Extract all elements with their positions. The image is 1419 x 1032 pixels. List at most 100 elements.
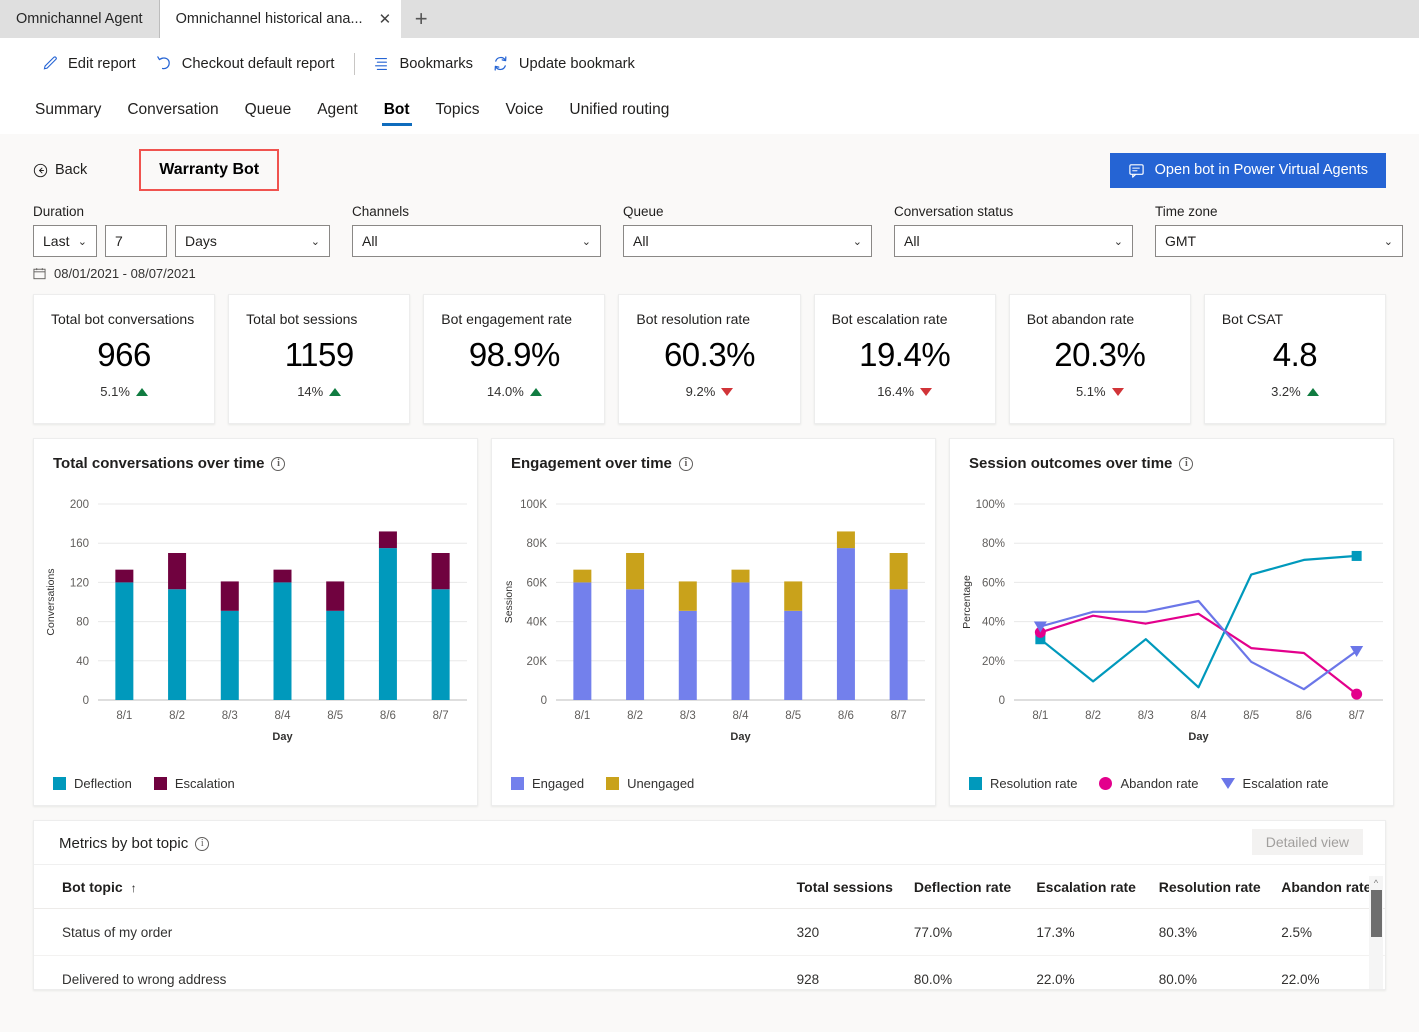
table-caption: Metrics by bot topic — [59, 835, 189, 852]
detailed-view-button[interactable]: Detailed view — [1251, 829, 1363, 855]
chart-title: Engagement over time — [511, 455, 672, 472]
chart-plot-area-1[interactable]: 0 20K 40K 60K 80K 100K 8/1 8/2 8/3 8/4 8/5 8/6 8/7 Da… — [492, 472, 935, 762]
tab-summary[interactable]: Summary — [33, 97, 103, 128]
conversation-status-select[interactable]: All ⌄ — [894, 225, 1133, 257]
chart-title: Total conversations over time — [53, 455, 265, 472]
legend-item-unengaged[interactable]: Unengaged — [606, 776, 694, 791]
chart-plot-area-2[interactable]: 0 20% 40% 60% 80% 100% 8/1 8/2 8/3 8/4 8/5 8/6 8/7 Da… — [950, 472, 1393, 762]
filter-label: Time zone — [1155, 204, 1218, 219]
info-icon[interactable]: i — [195, 836, 210, 851]
kpi-card-bot-engagement-rate[interactable]: Bot engagement rate 98.9% 14.0% — [423, 294, 606, 424]
kpi-delta-value: 5.1% — [100, 384, 130, 399]
line-chart-svg-2: 0 20% 40% 60% 80% 100% 8/1 8/2 8/3 8/4 8/5 8/6 8/7 Da… — [961, 499, 1383, 743]
queue-value: All — [633, 233, 649, 249]
tab-label: Bot — [383, 100, 410, 118]
tab-conversation[interactable]: Conversation — [125, 97, 220, 128]
column-header-total-sessions[interactable]: Total sessions — [796, 865, 914, 909]
checkout-default-report-button[interactable]: Checkout default report — [150, 48, 349, 79]
kpi-card-bot-abandon-rate[interactable]: Bot abandon rate 20.3% 5.1% — [1008, 294, 1191, 424]
column-header-deflection-rate[interactable]: Deflection rate — [913, 865, 1037, 909]
bookmarks-button[interactable]: Bookmarks — [367, 48, 486, 79]
kpi-value: 20.3% — [1054, 336, 1146, 373]
duration-unit-value: Days — [185, 233, 217, 249]
table-header-row: Bot topic ↑ Total sessions Deflection rat… — [34, 865, 1385, 909]
kpi-card-bot-resolution-rate[interactable]: Bot resolution rate 60.3% 9.2% — [618, 294, 801, 424]
info-icon[interactable]: i — [271, 456, 286, 471]
svg-text:Sessions: Sessions — [503, 581, 515, 624]
new-tab-icon[interactable]: + — [401, 0, 441, 38]
legend-swatch — [969, 777, 982, 790]
kpi-card-total-bot-sessions[interactable]: Total bot sessions 1159 14% — [228, 294, 411, 424]
legend-item-engaged[interactable]: Engaged — [511, 776, 584, 791]
queue-select[interactable]: All ⌄ — [623, 225, 872, 257]
chart-title-row: Session outcomes over time i — [950, 439, 1393, 472]
legend-item-abandon-rate[interactable]: Abandon rate — [1099, 776, 1199, 791]
tab-bot[interactable]: Bot — [381, 97, 412, 128]
svg-text:200: 200 — [70, 499, 89, 511]
svg-text:8/2: 8/2 — [1085, 710, 1101, 722]
kpi-card-total-bot-conversations[interactable]: Total bot conversations 966 5.1% — [33, 294, 216, 424]
chevron-down-icon: ⌄ — [852, 235, 862, 248]
tab-unified-routing[interactable]: Unified routing — [567, 97, 671, 128]
back-button[interactable]: Back — [33, 162, 87, 178]
pencil-icon — [40, 54, 59, 73]
legend-item-resolution-rate[interactable]: Resolution rate — [969, 776, 1077, 791]
kpi-card-bot-csat[interactable]: Bot CSAT 4.8 3.2% — [1203, 294, 1386, 424]
filter-time-zone: Time zone GMT ⌄ — [1155, 204, 1403, 257]
filter-label: Channels — [352, 204, 410, 219]
column-header-escalation-rate[interactable]: Escalation rate — [1036, 865, 1159, 909]
table-vertical-scrollbar[interactable]: ^ — [1369, 876, 1383, 989]
legend-item-escalation-rate[interactable]: Escalation rate — [1220, 776, 1329, 791]
filter-label: Queue — [623, 204, 664, 219]
scroll-up-icon[interactable]: ^ — [1369, 876, 1383, 890]
table-row[interactable]: Delivered to wrong address 928 80.0% 22.… — [34, 955, 1385, 989]
command-label: Update bookmark — [518, 55, 635, 72]
browser-tab-omnichannel-agent[interactable]: Omnichannel Agent — [0, 0, 160, 38]
kpi-delta: 16.4% — [877, 384, 933, 399]
cell-resolution-rate: 80.0% — [1158, 955, 1282, 989]
time-zone-select[interactable]: GMT ⌄ — [1155, 225, 1403, 257]
duration-unit-select[interactable]: Days ⌄ — [175, 225, 330, 257]
edit-report-button[interactable]: Edit report — [36, 48, 150, 79]
browser-tab-historical-analytics[interactable]: Omnichannel historical ana... ✕ — [159, 0, 402, 38]
column-header-bot-topic[interactable]: Bot topic ↑ — [34, 865, 797, 909]
tab-topics[interactable]: Topics — [434, 97, 482, 128]
svg-text:Conversations: Conversations — [45, 568, 57, 635]
filter-label: Conversation status — [894, 204, 1014, 219]
legend-item-escalation[interactable]: Escalation — [153, 776, 235, 791]
info-icon[interactable]: i — [1179, 456, 1194, 471]
legend-item-deflection[interactable]: Deflection — [53, 776, 132, 791]
chevron-down-icon: ⌄ — [77, 235, 87, 248]
duration-mode-select[interactable]: Last ⌄ — [33, 225, 97, 257]
update-bookmark-button[interactable]: Update bookmark — [487, 48, 649, 79]
svg-text:8/6: 8/6 — [380, 710, 396, 722]
scrollbar-thumb[interactable] — [1370, 890, 1382, 937]
open-bot-label: Open bot in Power Virtual Agents — [1154, 162, 1368, 178]
tab-queue[interactable]: Queue — [243, 97, 294, 128]
duration-amount-input[interactable]: 7 — [105, 225, 167, 257]
calendar-icon — [33, 267, 46, 280]
chart-title-row: Total conversations over time i — [34, 439, 477, 472]
legend-swatch — [511, 777, 524, 790]
column-header-resolution-rate[interactable]: Resolution rate — [1158, 865, 1282, 909]
svg-text:0: 0 — [83, 695, 89, 707]
close-icon[interactable]: ✕ — [379, 12, 392, 27]
table-row[interactable]: Status of my order 320 77.0% 17.3% 80.3%… — [34, 908, 1385, 956]
date-range-text: 08/01/2021 - 08/07/2021 — [54, 266, 196, 281]
tab-label: Agent — [317, 100, 358, 118]
filter-channels: Channels All ⌄ — [352, 204, 601, 257]
info-icon[interactable]: i — [678, 456, 693, 471]
tab-voice[interactable]: Voice — [503, 97, 545, 128]
svg-text:8/1: 8/1 — [1032, 710, 1048, 722]
open-bot-in-power-virtual-agents-button[interactable]: Open bot in Power Virtual Agents — [1109, 152, 1386, 188]
column-label: Resolution rate — [1158, 879, 1261, 895]
chart-title-row: Engagement over time i — [492, 439, 935, 472]
svg-text:Percentage: Percentage — [961, 575, 973, 629]
kpi-card-bot-escalation-rate[interactable]: Bot escalation rate 19.4% 16.4% — [813, 294, 996, 424]
tab-agent[interactable]: Agent — [315, 97, 360, 128]
browser-tab-label: Omnichannel Agent — [16, 11, 143, 27]
channels-select[interactable]: All ⌄ — [352, 225, 601, 257]
chart-plot-area-0[interactable]: 0 40 80 120 160 200 8/1 8/2 8/3 8/4 8/5 8/6 8/7 Day Co… — [34, 472, 477, 762]
legend-label: Unengaged — [627, 776, 695, 791]
svg-text:8/2: 8/2 — [169, 710, 185, 722]
